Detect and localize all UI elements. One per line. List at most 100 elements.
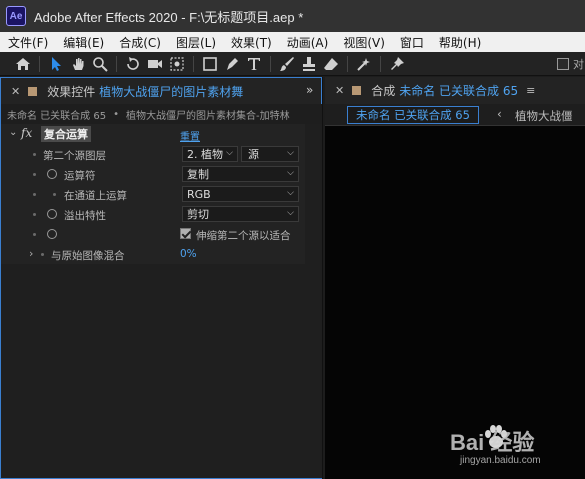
panel-menu-icon[interactable]: ≡ [526, 84, 535, 97]
toolbar-divider [270, 55, 271, 72]
composition-tab-name[interactable]: 未命名 已关联合成 65 [399, 82, 518, 99]
property-row-second-source: 第二个源图层 2. 植物 ⌵ 源 ⌵ [1, 144, 305, 164]
rectangle-tool-icon[interactable] [199, 53, 221, 75]
effect-controls-tab-bar: ✕ 效果控件 植物大战僵尸的图片素材舞 » [0, 77, 322, 104]
stopwatch-icon[interactable] [47, 209, 57, 219]
menu-effect[interactable]: 效果(T) [223, 34, 279, 51]
property-label: 溢出特性 [64, 210, 106, 222]
menu-view[interactable]: 视图(V) [335, 34, 392, 51]
rotate-tool-icon[interactable] [122, 53, 144, 75]
chevron-left-icon[interactable]: ‹ [497, 107, 502, 121]
composition-tab-bar: ✕ 合成 未命名 已关联合成 65 ≡ [325, 77, 585, 104]
property-row-stretch: 伸缩第二个源以适合 [1, 224, 305, 244]
breadcrumb-comp[interactable]: 未命名 已关联合成 65 [7, 107, 106, 122]
selection-tool-icon[interactable] [45, 53, 67, 75]
bullet-icon [33, 153, 36, 156]
reset-link[interactable]: 重置 [180, 128, 200, 143]
property-label: 第二个源图层 [43, 150, 106, 162]
fx-toggle-icon[interactable]: fx [21, 126, 32, 140]
breadcrumb: 未命名 已关联合成 65 • 植物大战僵尸的图片素材集合-加特林 [0, 104, 322, 124]
property-label: 与原始图像混合 [51, 250, 125, 262]
puppet-pin-tool-icon[interactable] [386, 53, 408, 75]
bullet-icon [41, 253, 44, 256]
second-source-layer-dropdown[interactable]: 2. 植物 ⌵ [182, 146, 238, 162]
home-icon[interactable] [12, 53, 34, 75]
expand-chevron-icon[interactable]: › [29, 247, 33, 260]
tools-toolbar: 对 [0, 52, 585, 76]
close-icon[interactable]: ✕ [335, 84, 344, 97]
property-row-overflow: 溢出特性 剪切 ⌵ [1, 204, 305, 224]
bullet-icon [33, 233, 36, 236]
property-label: 在通道上运算 [64, 190, 127, 202]
second-source-type-dropdown[interactable]: 源 ⌵ [241, 146, 299, 162]
roto-brush-tool-icon[interactable] [353, 53, 375, 75]
align-checkbox[interactable]: 对 [557, 56, 584, 72]
pan-behind-tool-icon[interactable] [166, 53, 188, 75]
window-title: Adobe After Effects 2020 - F:\无标题项目.aep … [34, 9, 304, 25]
menu-animation[interactable]: 动画(A) [279, 34, 336, 51]
type-tool-icon[interactable] [243, 53, 265, 75]
toolbar-divider [347, 55, 348, 72]
effect-name[interactable]: 复合运算 [41, 126, 91, 142]
blend-value[interactable]: 0% [180, 248, 197, 260]
watermark-brand: Bai 经验 [450, 430, 535, 455]
property-row-channels: 在通道上运算 RGB ⌵ [1, 184, 305, 204]
menu-file[interactable]: 文件(F) [0, 34, 55, 51]
stopwatch-icon[interactable] [47, 169, 57, 179]
effects-list: ⌄ fx 复合运算 重置 第二个源图层 2. 植物 ⌵ 源 ⌵ 运算符 复制 ⌵… [0, 124, 322, 479]
menu-composition[interactable]: 合成(C) [111, 34, 168, 51]
zoom-tool-icon[interactable] [89, 53, 111, 75]
stopwatch-icon[interactable] [47, 229, 57, 239]
effect-controls-layer-name[interactable]: 植物大战僵尸的图片素材舞 [99, 83, 243, 100]
close-icon[interactable]: ✕ [11, 85, 20, 98]
subtab-other-comp[interactable]: 植物大战僵 [515, 108, 573, 124]
title-bar: Ae Adobe After Effects 2020 - F:\无标题项目.a… [0, 0, 585, 32]
menu-layer[interactable]: 图层(L) [168, 34, 223, 51]
panel-overflow-chevron-icon[interactable]: » [306, 83, 313, 97]
checkbox-label: 伸缩第二个源以适合 [196, 230, 291, 242]
dropdown-value: 复制 [187, 168, 209, 181]
channels-dropdown[interactable]: RGB ⌵ [182, 186, 299, 202]
toolbar-divider [39, 55, 40, 72]
chevron-down-icon: ⌵ [287, 208, 294, 218]
effect-header[interactable]: ⌄ fx 复合运算 重置 [1, 124, 305, 144]
breadcrumb-layer[interactable]: 植物大战僵尸的图片素材集合-加特林 [126, 107, 290, 122]
camera-tool-icon[interactable] [144, 53, 166, 75]
toolbar-divider [116, 55, 117, 72]
brush-tool-icon[interactable] [276, 53, 298, 75]
pen-tool-icon[interactable] [221, 53, 243, 75]
overflow-dropdown[interactable]: 剪切 ⌵ [182, 206, 299, 222]
toolbar-divider [193, 55, 194, 72]
property-label: 运算符 [64, 170, 96, 182]
dropdown-value: 剪切 [187, 208, 209, 221]
composition-tab[interactable]: 合成 [371, 82, 395, 99]
menu-help[interactable]: 帮助(H) [431, 34, 488, 51]
align-checkbox-box[interactable] [557, 58, 569, 70]
menu-window[interactable]: 窗口 [392, 34, 431, 51]
hand-tool-icon[interactable] [67, 53, 89, 75]
property-row-blend: › 与原始图像混合 0% [1, 244, 305, 264]
effect-controls-tab[interactable]: 效果控件 [47, 83, 95, 100]
breadcrumb-separator: • [113, 108, 119, 120]
subtab-active-comp[interactable]: 未命名 已关联合成 65 [347, 106, 479, 124]
collapse-chevron-icon[interactable]: ⌄ [9, 127, 17, 138]
stretch-checkbox[interactable] [180, 228, 191, 239]
align-checkbox-label: 对 [573, 58, 584, 71]
menu-bar: 文件(F) 编辑(E) 合成(C) 图层(L) 效果(T) 动画(A) 视图(V… [0, 32, 585, 52]
bullet-icon [33, 193, 36, 196]
operator-dropdown[interactable]: 复制 ⌵ [182, 166, 299, 182]
clone-stamp-tool-icon[interactable] [298, 53, 320, 75]
toolbar-divider [380, 55, 381, 72]
chevron-down-icon: ⌵ [226, 148, 233, 158]
composition-subtabs: 未命名 已关联合成 65 ‹ 植物大战僵 [325, 104, 585, 126]
menu-edit[interactable]: 编辑(E) [55, 34, 111, 51]
panel-color-swatch-icon [28, 86, 38, 96]
property-row-operator: 运算符 复制 ⌵ [1, 164, 305, 184]
bullet-icon [33, 213, 36, 216]
watermark-url: jingyan.baidu.com [460, 455, 541, 466]
chevron-down-icon: ⌵ [287, 188, 294, 198]
composition-panel: ✕ 合成 未命名 已关联合成 65 ≡ 未命名 已关联合成 65 ‹ 植物大战僵 [325, 77, 585, 479]
dropdown-value: 源 [248, 148, 259, 161]
eraser-tool-icon[interactable] [320, 53, 342, 75]
dropdown-value: 2. 植物 [187, 148, 223, 161]
